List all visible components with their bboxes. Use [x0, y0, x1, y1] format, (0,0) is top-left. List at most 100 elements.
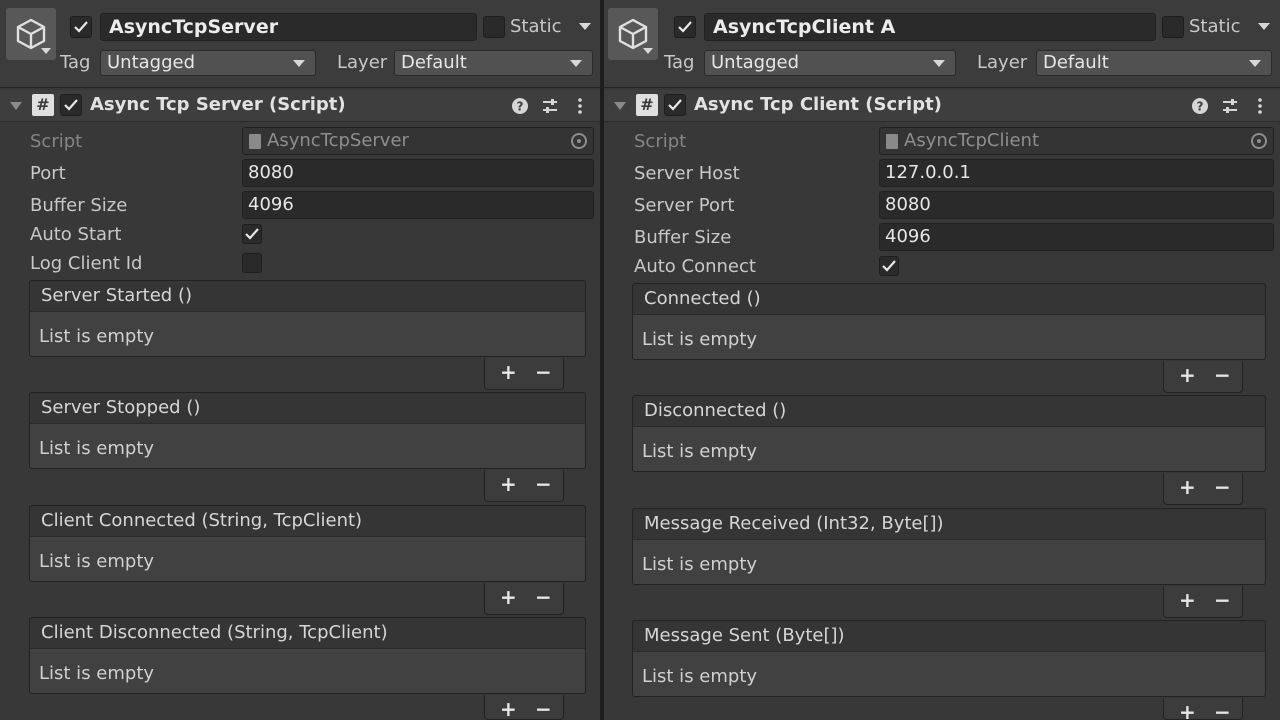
event-add-remove: + − [484, 583, 564, 615]
layer-value: Default [401, 52, 467, 73]
presets-icon[interactable] [541, 97, 559, 115]
chevron-down-icon [933, 60, 945, 67]
cube-icon[interactable] [608, 8, 658, 60]
chevron-down-icon [570, 60, 582, 67]
layer-label: Layer [337, 52, 388, 73]
checkmark-icon [678, 21, 692, 33]
unity-event-server-started: Server Started () List is empty + − [29, 280, 586, 392]
gameobject-name-field[interactable]: AsyncTcpServer [100, 13, 477, 41]
csharp-script-icon: # [636, 94, 658, 116]
gameobject-header: AsyncTcpClient A Static Tag Untagged Lay… [604, 0, 1280, 88]
tag-value: Untagged [107, 52, 196, 73]
tag-dropdown[interactable]: Untagged [704, 50, 956, 76]
event-title: Client Connected (String, TcpClient) [29, 505, 586, 537]
auto-connect-checkbox[interactable] [879, 256, 899, 276]
layer-value: Default [1043, 52, 1109, 73]
layer-dropdown[interactable]: Default [1036, 50, 1272, 76]
kebab-menu-icon[interactable] [571, 97, 589, 115]
remove-button[interactable]: − [535, 360, 552, 384]
component-header[interactable]: # Async Tcp Server (Script) ? [0, 90, 600, 122]
unity-event-connected: Connected () List is empty + − [632, 283, 1266, 395]
event-add-remove: + − [484, 358, 564, 390]
component-enabled-toggle[interactable] [664, 94, 686, 116]
presets-icon[interactable] [1221, 97, 1239, 115]
add-button[interactable]: + [1179, 700, 1196, 720]
event-title: Message Sent (Byte[]) [632, 620, 1266, 652]
checkmark-icon [668, 99, 682, 111]
add-button[interactable]: + [500, 697, 517, 720]
remove-button[interactable]: − [1214, 588, 1231, 612]
static-toggle[interactable] [1162, 16, 1184, 38]
active-toggle[interactable] [674, 16, 696, 38]
auto-connect-label: Auto Connect [634, 256, 756, 277]
checkmark-icon [64, 99, 78, 111]
gameobject-name-field[interactable]: AsyncTcpClient A [704, 13, 1156, 41]
checkmark-icon [74, 21, 88, 33]
chevron-down-icon [293, 60, 305, 67]
event-list-empty: List is empty [632, 539, 1266, 585]
help-icon[interactable]: ? [511, 97, 529, 115]
svg-text:?: ? [517, 100, 524, 114]
port-field[interactable]: 8080 [242, 159, 594, 187]
cube-icon[interactable] [6, 8, 56, 60]
log-client-id-checkbox[interactable] [242, 253, 262, 273]
event-add-remove: + − [1163, 473, 1243, 505]
active-toggle[interactable] [70, 16, 92, 38]
add-button[interactable]: + [1179, 475, 1196, 499]
remove-button[interactable]: − [535, 585, 552, 609]
foldout-arrow-icon[interactable] [614, 102, 626, 110]
tag-label: Tag [664, 52, 695, 73]
buffer-size-field[interactable]: 4096 [242, 191, 594, 219]
object-picker-icon[interactable] [571, 133, 587, 149]
add-button[interactable]: + [1179, 363, 1196, 387]
add-button[interactable]: + [500, 585, 517, 609]
script-field[interactable]: AsyncTcpClient [879, 127, 1274, 155]
remove-button[interactable]: − [1214, 475, 1231, 499]
script-field[interactable]: AsyncTcpServer [242, 127, 594, 155]
unity-event-message-received: Message Received (Int32, Byte[]) List is… [632, 508, 1266, 620]
component-enabled-toggle[interactable] [60, 94, 82, 116]
inspector-panel-server: AsyncTcpServer Static Tag Untagged Layer… [0, 0, 600, 720]
event-add-remove: + − [1163, 586, 1243, 618]
buffer-size-field[interactable]: 4096 [879, 223, 1274, 251]
event-add-remove: + − [1163, 698, 1243, 720]
static-toggle[interactable] [483, 16, 505, 38]
component-title: Async Tcp Server (Script) [90, 94, 346, 115]
kebab-menu-icon[interactable] [1251, 97, 1269, 115]
server-host-field[interactable]: 127.0.0.1 [879, 159, 1274, 187]
remove-button[interactable]: − [1214, 363, 1231, 387]
event-list-empty: List is empty [632, 651, 1266, 697]
event-title: Message Received (Int32, Byte[]) [632, 508, 1266, 540]
server-host-label: Server Host [634, 163, 740, 184]
server-port-field[interactable]: 8080 [879, 191, 1274, 219]
auto-start-label: Auto Start [30, 224, 122, 245]
checkmark-icon [882, 260, 896, 272]
layer-dropdown[interactable]: Default [394, 50, 593, 76]
auto-start-checkbox[interactable] [242, 224, 262, 244]
add-button[interactable]: + [500, 472, 517, 496]
remove-button[interactable]: − [1214, 700, 1231, 720]
tag-value: Untagged [711, 52, 800, 73]
event-list-empty: List is empty [29, 423, 586, 469]
chevron-down-icon [1249, 60, 1261, 67]
add-button[interactable]: + [1179, 588, 1196, 612]
event-list-empty: List is empty [29, 311, 586, 357]
remove-button[interactable]: − [535, 697, 552, 720]
event-list-empty: List is empty [29, 648, 586, 694]
help-icon[interactable]: ? [1191, 97, 1209, 115]
static-dropdown-arrow[interactable] [1258, 23, 1270, 30]
event-list-empty: List is empty [632, 314, 1266, 360]
component-header[interactable]: # Async Tcp Client (Script) ? [604, 90, 1280, 122]
add-button[interactable]: + [500, 360, 517, 384]
event-title: Connected () [632, 283, 1266, 315]
static-label: Static [1189, 16, 1241, 37]
foldout-arrow-icon[interactable] [10, 102, 22, 110]
tag-dropdown[interactable]: Untagged [100, 50, 316, 76]
remove-button[interactable]: − [535, 472, 552, 496]
static-dropdown-arrow[interactable] [579, 23, 591, 30]
static-label: Static [510, 16, 562, 37]
object-picker-icon[interactable] [1251, 133, 1267, 149]
gameobject-header: AsyncTcpServer Static Tag Untagged Layer… [0, 0, 600, 88]
port-label: Port [30, 163, 66, 184]
event-title: Server Started () [29, 280, 586, 312]
